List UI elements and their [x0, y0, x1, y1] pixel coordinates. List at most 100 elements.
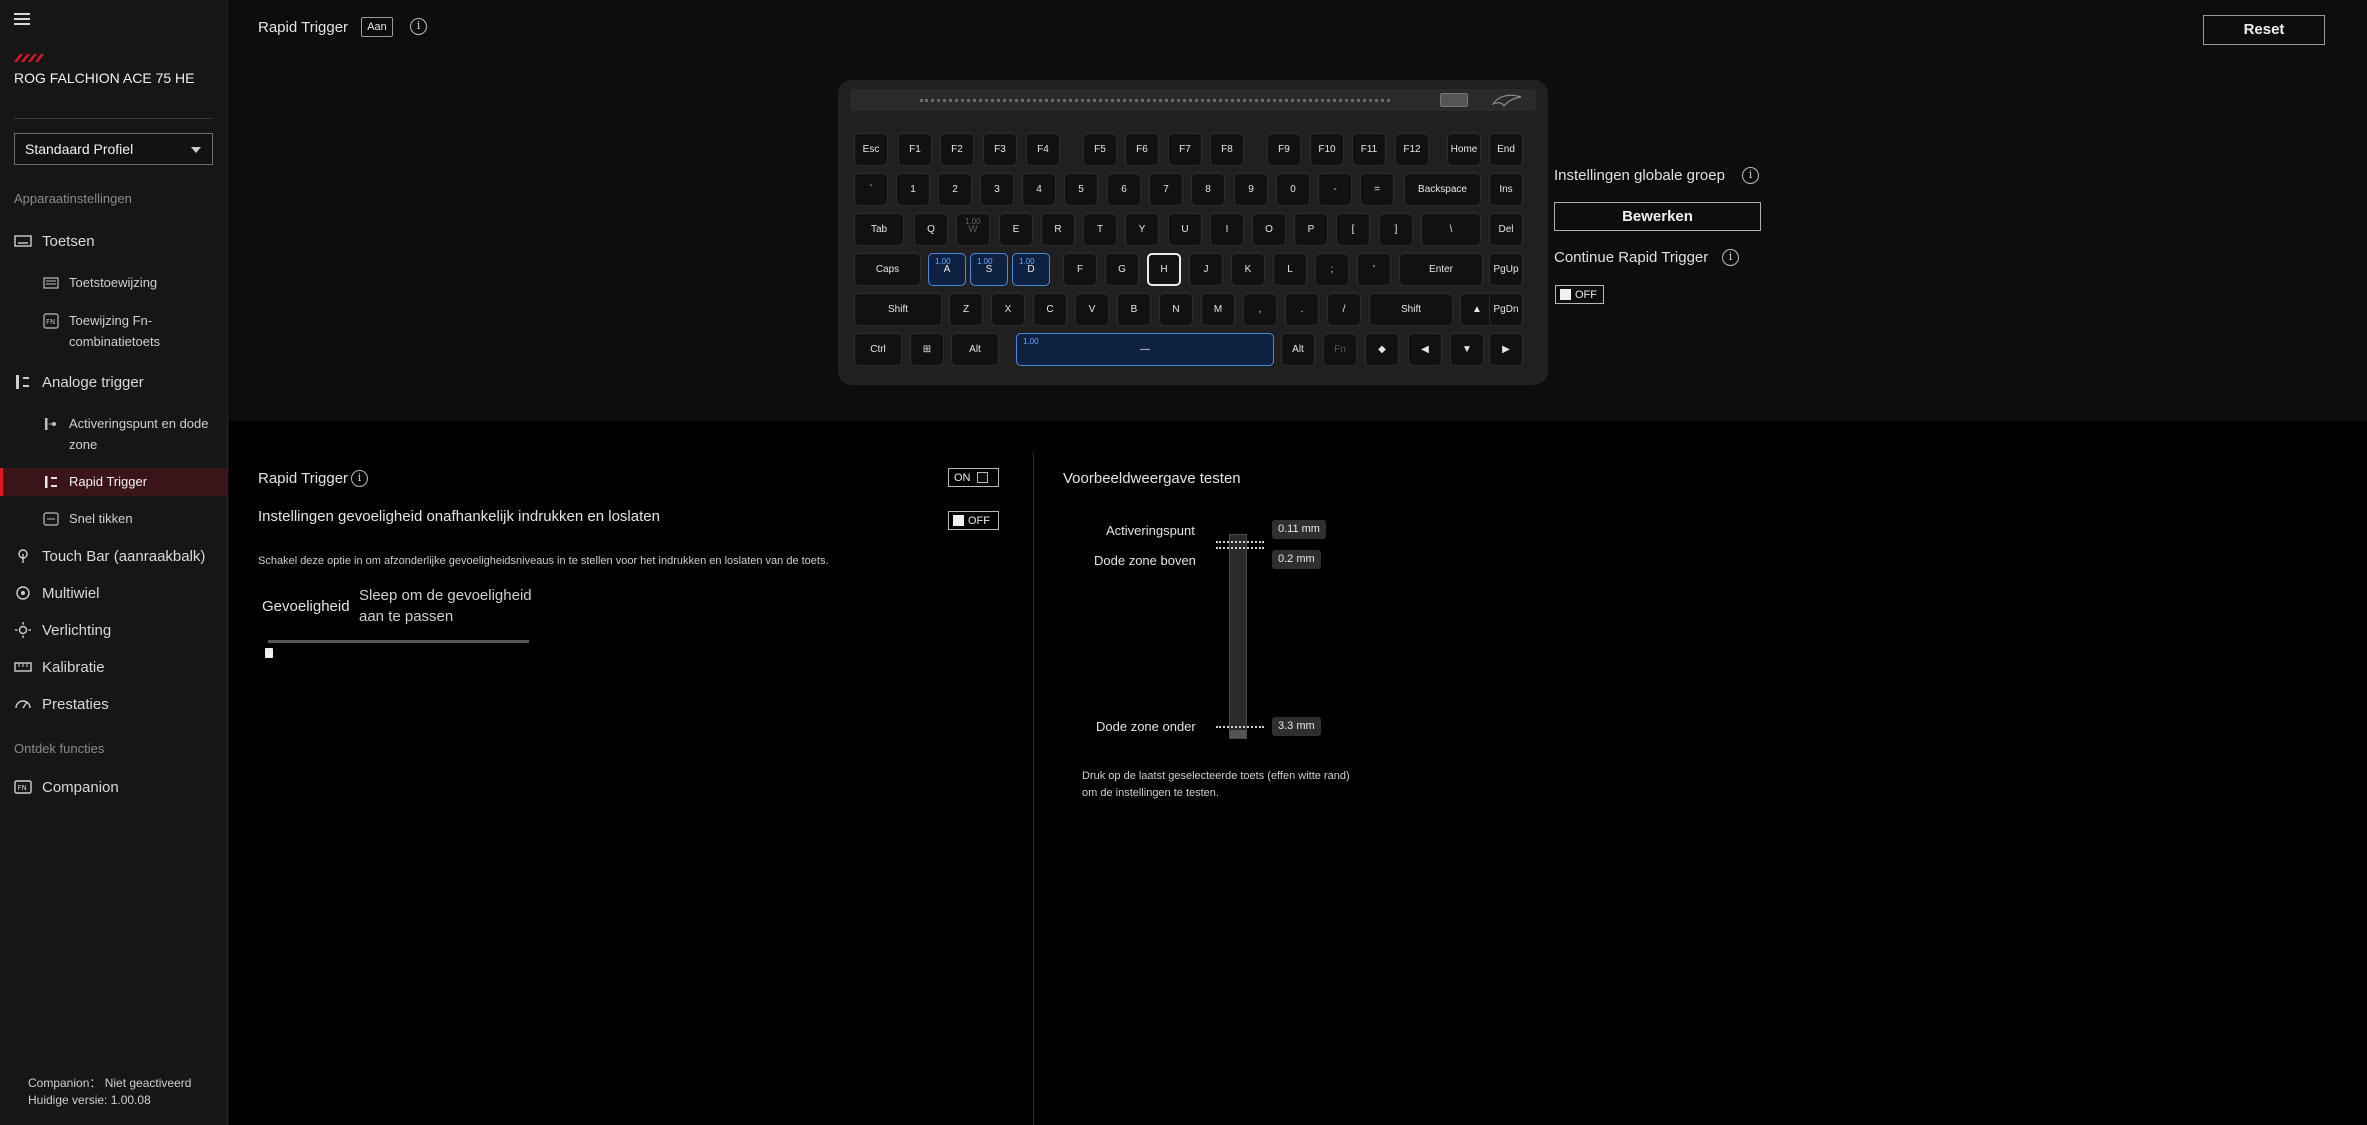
key-x-key[interactable]: X	[991, 293, 1025, 326]
continue-rapid-trigger-toggle[interactable]: OFF	[1555, 285, 1604, 304]
key-w-key[interactable]: W 1.00	[956, 213, 990, 246]
key-v-key[interactable]: V	[1075, 293, 1109, 326]
key-arrow-right-key[interactable]: ▶	[1489, 333, 1523, 366]
key-f1-key[interactable]: F1	[898, 133, 932, 166]
nav-toetsen[interactable]: Toetsen	[0, 230, 228, 252]
info-icon[interactable]: i	[351, 470, 368, 487]
key-f5-key[interactable]: F5	[1083, 133, 1117, 166]
key-a-key[interactable]: A 1.00	[928, 253, 966, 286]
key-arrow-left-key[interactable]: ◀	[1408, 333, 1442, 366]
key-minus-key[interactable]: -	[1318, 173, 1352, 206]
key-windows-key[interactable]: ⊞	[910, 333, 944, 366]
key-y-key[interactable]: Y	[1125, 213, 1159, 246]
info-icon[interactable]: i	[1742, 167, 1759, 184]
info-icon[interactable]: i	[410, 18, 427, 35]
key-alt-key[interactable]: Alt	[1281, 333, 1315, 366]
info-icon[interactable]: i	[1722, 249, 1739, 266]
key-u-key[interactable]: U	[1168, 213, 1202, 246]
key-e-key[interactable]: E	[999, 213, 1033, 246]
key-5-key[interactable]: 5	[1064, 173, 1098, 206]
separate-sensitivity-toggle[interactable]: OFF	[948, 511, 999, 530]
nav-kalibratie[interactable]: Kalibratie	[0, 656, 228, 678]
key-caps-key[interactable]: Caps	[854, 253, 921, 286]
key-fn-key[interactable]: Fn	[1323, 333, 1357, 366]
key-d-key[interactable]: D 1.00	[1012, 253, 1050, 286]
key-f12-key[interactable]: F12	[1395, 133, 1429, 166]
key-enter-key[interactable]: Enter	[1399, 253, 1483, 286]
key-backspace-key[interactable]: Backspace	[1404, 173, 1481, 206]
key-3-key[interactable]: 3	[980, 173, 1014, 206]
rapid-trigger-toggle[interactable]: ON	[948, 468, 999, 487]
key-pgup-key[interactable]: PgUp	[1489, 253, 1523, 286]
key-comma-key[interactable]: ,	[1243, 293, 1277, 326]
key-7-key[interactable]: 7	[1149, 173, 1183, 206]
key-s-key[interactable]: S 1.00	[970, 253, 1008, 286]
key-o-key[interactable]: O	[1252, 213, 1286, 246]
key-f3-key[interactable]: F3	[983, 133, 1017, 166]
key-slash-key[interactable]: /	[1327, 293, 1361, 326]
key-armoury-key[interactable]: ◆	[1365, 333, 1399, 366]
nav-fn-combinatie[interactable]: FN Toewijzing Fn-combinatietoets	[0, 310, 228, 354]
key-ctrl-key[interactable]: Ctrl	[854, 333, 902, 366]
key-i-key[interactable]: I	[1210, 213, 1244, 246]
nav-analoge-trigger[interactable]: Analoge trigger	[0, 371, 228, 393]
key-c-key[interactable]: C	[1033, 293, 1067, 326]
key-j-key[interactable]: J	[1189, 253, 1223, 286]
key-r-key[interactable]: R	[1041, 213, 1075, 246]
key-f2-key[interactable]: F2	[940, 133, 974, 166]
key-bracket-right-key[interactable]: ]	[1379, 213, 1413, 246]
key-0-key[interactable]: 0	[1276, 173, 1310, 206]
nav-prestaties[interactable]: Prestaties	[0, 693, 228, 715]
key-f7-key[interactable]: F7	[1168, 133, 1202, 166]
key-del-key[interactable]: Del	[1489, 213, 1523, 246]
reset-button[interactable]: Reset	[2203, 15, 2325, 45]
key-ins-key[interactable]: Ins	[1489, 173, 1523, 206]
key-l-key[interactable]: L	[1273, 253, 1307, 286]
key-bracket-left-key[interactable]: [	[1336, 213, 1370, 246]
key-8-key[interactable]: 8	[1191, 173, 1225, 206]
nav-toetstoewijzing[interactable]: Toetstoewijzing	[0, 272, 228, 294]
touch-bar-strip[interactable]	[920, 99, 1390, 102]
key-shift-key[interactable]: Shift	[854, 293, 942, 326]
key-f6-key[interactable]: F6	[1125, 133, 1159, 166]
key-m-key[interactable]: M	[1201, 293, 1235, 326]
key-f8-key[interactable]: F8	[1210, 133, 1244, 166]
key-9-key[interactable]: 9	[1234, 173, 1268, 206]
key-f-key[interactable]: F	[1063, 253, 1097, 286]
key-z-key[interactable]: Z	[949, 293, 983, 326]
nav-activeringspunt[interactable]: Activeringspunt en dode zone	[0, 413, 228, 457]
sensitivity-slider-thumb[interactable]	[265, 648, 273, 658]
key-q-key[interactable]: Q	[914, 213, 948, 246]
key-k-key[interactable]: K	[1231, 253, 1265, 286]
key-backslash-key[interactable]: \	[1421, 213, 1481, 246]
key-backtick-key[interactable]: `	[854, 173, 888, 206]
key-tab-key[interactable]: Tab	[854, 213, 904, 246]
key-equals-key[interactable]: =	[1360, 173, 1394, 206]
key-p-key[interactable]: P	[1294, 213, 1328, 246]
key-b-key[interactable]: B	[1117, 293, 1151, 326]
edit-button[interactable]: Bewerken	[1554, 202, 1761, 231]
key-quote-key[interactable]: '	[1357, 253, 1391, 286]
key-1-key[interactable]: 1	[896, 173, 930, 206]
nav-rapid-trigger[interactable]: Rapid Trigger	[0, 468, 228, 496]
key-h-key[interactable]: H	[1147, 253, 1181, 286]
key-arrow-down-key[interactable]: ▼	[1450, 333, 1484, 366]
nav-snel-tikken[interactable]: Snel tikken	[0, 508, 228, 530]
key-home-key[interactable]: Home	[1447, 133, 1481, 166]
key-2-key[interactable]: 2	[938, 173, 972, 206]
key-space-key[interactable]: — 1.00	[1016, 333, 1274, 366]
key-shift-key[interactable]: Shift	[1369, 293, 1453, 326]
sensitivity-slider-track[interactable]	[268, 640, 529, 643]
key-n-key[interactable]: N	[1159, 293, 1193, 326]
nav-companion[interactable]: FN Companion	[0, 776, 228, 798]
key-4-key[interactable]: 4	[1022, 173, 1056, 206]
key-pgdn-key[interactable]: PgDn	[1489, 293, 1523, 326]
menu-icon[interactable]	[14, 13, 30, 25]
key-esc-key[interactable]: Esc	[854, 133, 888, 166]
key-f4-key[interactable]: F4	[1026, 133, 1060, 166]
key-f10-key[interactable]: F10	[1310, 133, 1344, 166]
key-semicolon-key[interactable]: ;	[1315, 253, 1349, 286]
profile-select[interactable]: Standaard Profiel	[14, 133, 213, 165]
nav-touch-bar[interactable]: Touch Bar (aanraakbalk)	[0, 545, 228, 567]
key-f11-key[interactable]: F11	[1352, 133, 1386, 166]
